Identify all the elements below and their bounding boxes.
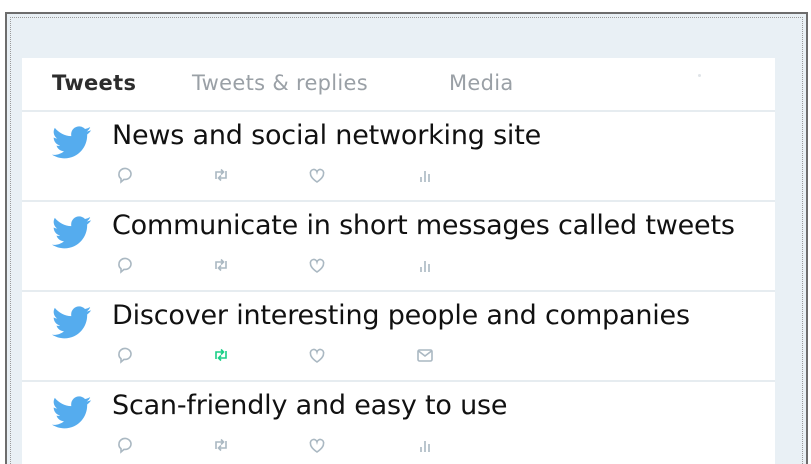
retweet-icon[interactable] <box>210 254 232 276</box>
analytics-icon[interactable] <box>414 254 436 276</box>
tab-tweets[interactable]: Tweets <box>52 71 136 95</box>
tweet-text: News and social networking site <box>112 120 542 151</box>
divider-dot <box>698 74 701 77</box>
tweet-item[interactable]: News and social networking site <box>22 112 775 202</box>
retweet-icon[interactable] <box>210 434 232 456</box>
twitter-bird-icon <box>52 126 92 160</box>
profile-timeline-panel: Tweets Tweets & replies Media News and s… <box>22 58 775 464</box>
timeline-tabs: Tweets Tweets & replies Media <box>22 58 775 112</box>
analytics-icon[interactable] <box>414 434 436 456</box>
tweet-item[interactable]: Communicate in short messages called twe… <box>22 202 775 292</box>
like-icon[interactable] <box>306 434 328 456</box>
tweet-item[interactable]: Scan-friendly and easy to use <box>22 382 775 464</box>
tweet-text: Communicate in short messages called twe… <box>112 210 735 241</box>
message-icon[interactable] <box>414 344 436 366</box>
tweet-item[interactable]: Discover interesting people and companie… <box>22 292 775 382</box>
twitter-bird-icon <box>52 306 92 340</box>
twitter-bird-icon <box>52 396 92 430</box>
tweet-text: Scan-friendly and easy to use <box>112 390 508 421</box>
reply-icon[interactable] <box>114 344 136 366</box>
reply-icon[interactable] <box>114 164 136 186</box>
retweet-icon[interactable] <box>210 164 232 186</box>
like-icon[interactable] <box>306 344 328 366</box>
twitter-bird-icon <box>52 216 92 250</box>
like-icon[interactable] <box>306 254 328 276</box>
retweet-icon[interactable] <box>210 344 232 366</box>
tweet-text: Discover interesting people and companie… <box>112 300 690 331</box>
reply-icon[interactable] <box>114 254 136 276</box>
reply-icon[interactable] <box>114 434 136 456</box>
like-icon[interactable] <box>306 164 328 186</box>
analytics-icon[interactable] <box>414 164 436 186</box>
tab-tweets-and-replies[interactable]: Tweets & replies <box>192 71 368 95</box>
screenshot-frame: Tweets Tweets & replies Media News and s… <box>5 12 808 464</box>
tab-media[interactable]: Media <box>449 71 514 95</box>
